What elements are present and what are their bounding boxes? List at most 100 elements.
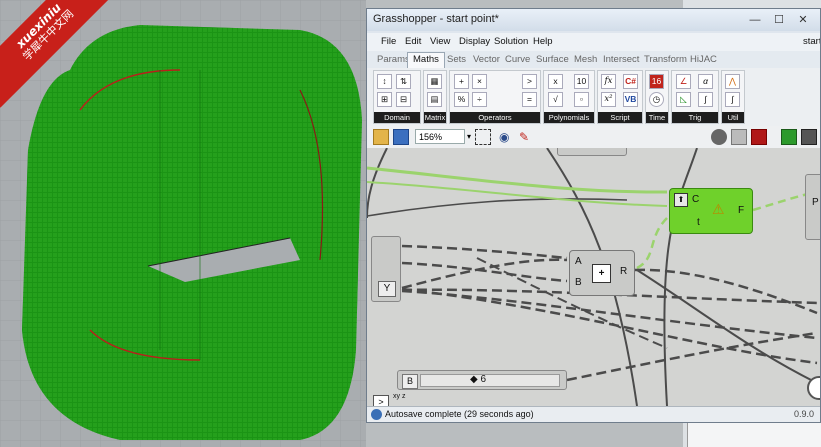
matrix-icon[interactable]: ▦ [427, 74, 442, 89]
power-icon[interactable]: x [548, 74, 563, 89]
csharp-icon[interactable]: C# [623, 74, 638, 89]
left-param-component[interactable]: Y [371, 236, 401, 302]
domain-split-icon[interactable]: ⇅ [396, 74, 411, 89]
wire-dashed-1 [401, 244, 568, 260]
menu-edit[interactable]: Edit [405, 36, 421, 47]
sketch-pen-icon[interactable]: ✎ [519, 129, 535, 145]
title-bar[interactable]: Grasshopper - start point* — ☐ ✕ [367, 9, 820, 31]
number-slider[interactable]: B ◆ 6 [397, 370, 567, 390]
ribbon-label-trig: Trig [672, 112, 718, 123]
plus-icon[interactable]: + [454, 74, 469, 89]
calendar-icon[interactable]: 16 [649, 74, 664, 89]
grasshopper-canvas[interactable]: Y A B + R ⬆ C t ⚠ F P B ◆ 6 > xy z [367, 148, 820, 406]
ribbon-group-trig: ∠ α ◺ ∫ Trig [671, 70, 719, 124]
menu-bar: File Edit View Display Solution Help sta… [367, 33, 820, 51]
angle-icon[interactable]: ∠ [676, 74, 691, 89]
triangle-icon[interactable]: ◺ [676, 92, 691, 107]
expression-input-c[interactable]: C [692, 194, 699, 205]
ribbon-label-domain: Domain [374, 112, 420, 123]
expression-output-f[interactable]: F [738, 205, 744, 216]
version-text: 0.9.0 [793, 409, 814, 419]
menu-file[interactable]: File [381, 36, 396, 47]
tab-maths[interactable]: Maths [407, 52, 445, 69]
multiply-icon[interactable]: × [472, 74, 487, 89]
addition-component[interactable]: A B + R [569, 250, 635, 296]
bottom-panel-button[interactable]: > [373, 395, 389, 406]
save-icon[interactable] [393, 129, 409, 145]
sine-icon[interactable]: ∫ [698, 92, 713, 107]
curve-util-icon[interactable]: ∫ [725, 92, 740, 107]
alpha-icon[interactable]: α [698, 74, 713, 89]
open-folder-icon[interactable] [373, 129, 389, 145]
ribbon-label-util: Util [722, 112, 744, 123]
right-param-component[interactable]: P [805, 174, 820, 240]
menu-solution[interactable]: Solution [494, 36, 528, 47]
wire-green-2 [367, 181, 668, 207]
top-component[interactable] [557, 148, 627, 156]
component-tabs: Params Maths Sets Vector Curve Surface M… [367, 51, 820, 69]
expression-warning-icon: ⚠ [712, 201, 725, 217]
minimize-button[interactable]: — [747, 13, 763, 27]
percent-icon[interactable]: % [454, 92, 469, 107]
shaded-preview-icon[interactable] [731, 129, 747, 145]
tab-intersect[interactable]: Intersect [603, 54, 639, 65]
wire-green-1 [367, 166, 668, 194]
root-icon[interactable]: √ [548, 92, 563, 107]
menu-help[interactable]: Help [533, 36, 553, 47]
expression-input-t[interactable]: t [697, 217, 700, 228]
ribbon-group-polynomials: x 10 √ ▫ Polynomials [543, 70, 595, 124]
ribbon-label-time: Time [646, 112, 668, 123]
preview-eye-icon[interactable]: ◉ [499, 129, 515, 145]
zoom-level[interactable]: 156% [415, 129, 465, 144]
document-name: start [803, 36, 821, 47]
domain-construct-icon[interactable]: ⊞ [377, 92, 392, 107]
tab-hijac[interactable]: HiJAC [690, 54, 717, 65]
tab-sets[interactable]: Sets [447, 54, 466, 65]
matrix-display-icon[interactable]: ▤ [427, 92, 442, 107]
addition-input-a[interactable]: A [575, 256, 582, 267]
domain-icon[interactable]: ↕ [377, 74, 392, 89]
cube-icon[interactable]: ▫ [574, 92, 589, 107]
tab-surface[interactable]: Surface [536, 54, 569, 65]
addition-input-b[interactable]: B [575, 277, 582, 288]
ribbon-group-domain: ↕ ⇅ ⊞ ⊟ Domain [373, 70, 421, 124]
mesh-geometry [0, 0, 366, 447]
ribbon-label-polynomials: Polynomials [544, 112, 594, 123]
greater-icon[interactable]: > [522, 74, 537, 89]
fx-icon[interactable]: fx [601, 74, 616, 89]
menu-view[interactable]: View [430, 36, 450, 47]
slider-track[interactable] [420, 374, 560, 387]
tab-curve[interactable]: Curve [505, 54, 530, 65]
close-button[interactable]: ✕ [795, 13, 811, 27]
square-icon[interactable]: 10 [574, 74, 589, 89]
menu-display[interactable]: Display [459, 36, 490, 47]
slider-value[interactable]: ◆ 6 [470, 374, 486, 385]
ribbon-label-matrix: Matrix [424, 112, 446, 123]
tab-mesh[interactable]: Mesh [574, 54, 597, 65]
addition-output-r[interactable]: R [620, 266, 627, 277]
tab-transform[interactable]: Transform [644, 54, 687, 65]
divide-icon[interactable]: ÷ [472, 92, 487, 107]
domain-deconstruct-icon[interactable]: ⊟ [396, 92, 411, 107]
expression-upload-icon[interactable]: ⬆ [674, 193, 688, 207]
slider-label: B [402, 374, 418, 389]
wire-dashed-7 [634, 268, 818, 315]
x-squared-icon[interactable]: x² [601, 92, 616, 107]
zoom-extents-icon[interactable] [475, 129, 491, 145]
expression-component[interactable]: ⬆ C t ⚠ F [669, 188, 753, 234]
bell-curve-icon[interactable]: ⋀ [725, 74, 740, 89]
equal-icon[interactable]: = [522, 92, 537, 107]
component-ribbon: ↕ ⇅ ⊞ ⊟ Domain ▦ ▤ Matrix + × > % ÷ = Op… [367, 68, 820, 127]
custom-preview-icon[interactable] [801, 129, 817, 145]
grasshopper-window: Grasshopper - start point* — ☐ ✕ File Ed… [366, 8, 821, 423]
tab-params[interactable]: Params [377, 54, 410, 65]
preview-mode-icon[interactable] [781, 129, 797, 145]
rhino-viewport[interactable]: xuexiniu 学犀牛中文网 [0, 0, 366, 447]
clock-icon[interactable]: ◷ [649, 92, 664, 107]
right-param-label: P [812, 197, 819, 208]
wire-display-icon[interactable] [711, 129, 727, 145]
maximize-button[interactable]: ☐ [771, 13, 787, 27]
selected-preview-icon[interactable] [751, 129, 767, 145]
tab-vector[interactable]: Vector [473, 54, 500, 65]
vb-icon[interactable]: VB [623, 92, 638, 107]
